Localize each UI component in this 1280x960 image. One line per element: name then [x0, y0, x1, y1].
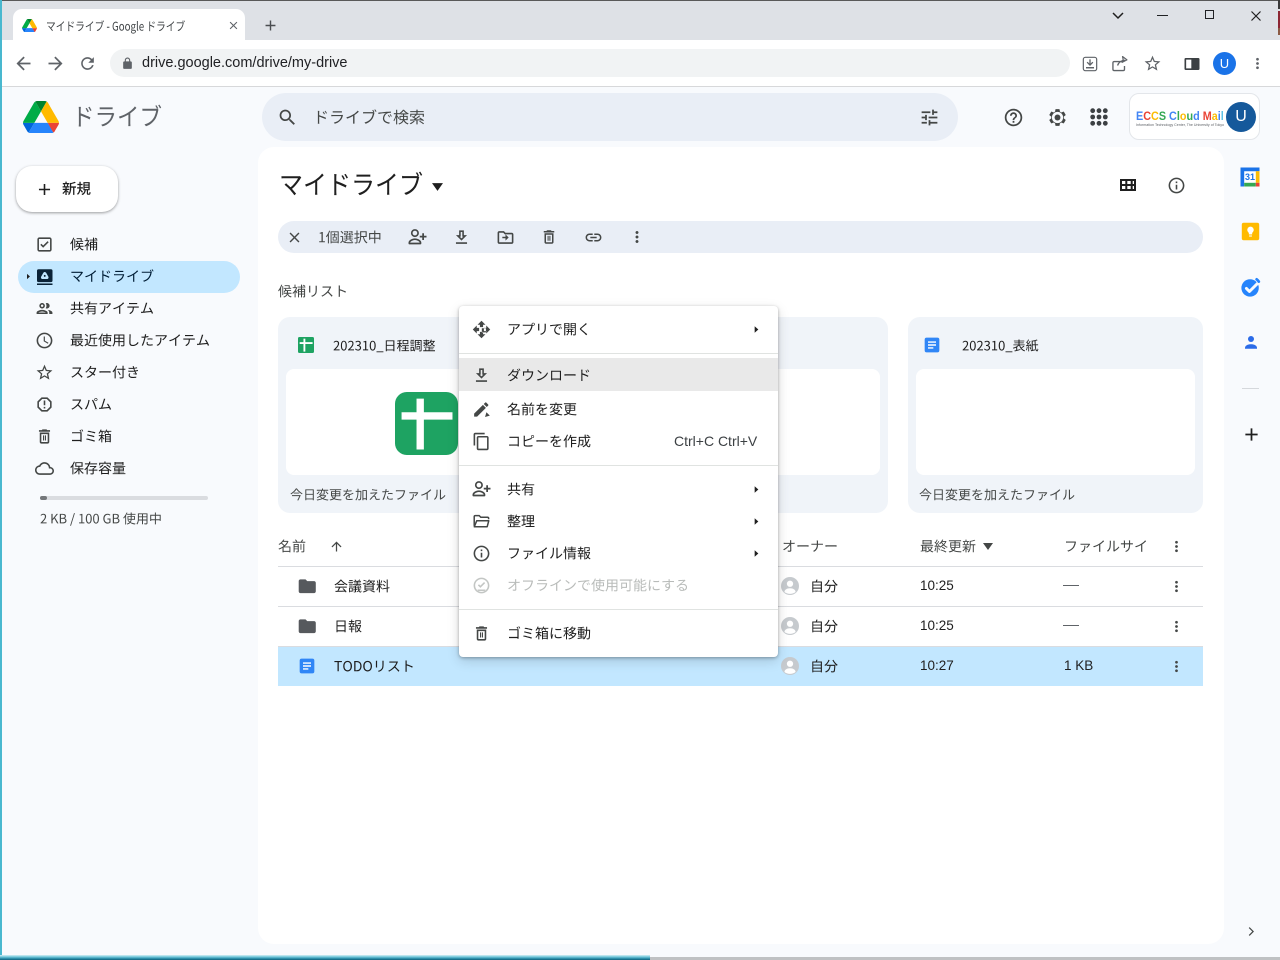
svg-text:31: 31	[1245, 172, 1255, 182]
